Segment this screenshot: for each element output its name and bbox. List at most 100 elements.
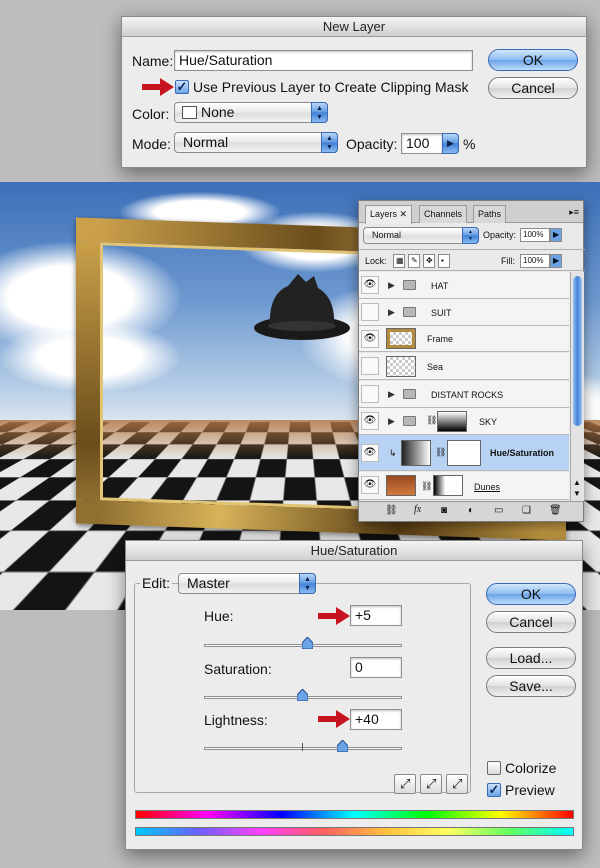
new-group-icon[interactable]: ▭ bbox=[494, 505, 503, 516]
scroll-thumb[interactable] bbox=[573, 276, 582, 426]
link-layers-icon[interactable]: ⛓ bbox=[385, 505, 398, 516]
visibility-box[interactable] bbox=[361, 385, 379, 403]
layer-row-suit[interactable]: ▶ SUIT bbox=[359, 299, 569, 326]
hue-label: Hue: bbox=[204, 608, 234, 624]
hue-input[interactable]: +5 bbox=[350, 605, 402, 626]
layers-scrollbar[interactable]: ▲ ▼ bbox=[570, 272, 584, 501]
opacity-label: Opacity: bbox=[346, 136, 398, 152]
fill-label: Fill: bbox=[501, 256, 515, 266]
lock-all-icon[interactable]: ▪ bbox=[438, 254, 450, 268]
new-layer-title: New Layer bbox=[122, 17, 586, 37]
chevron-updown-icon: ▲ ▼ bbox=[462, 227, 479, 244]
scroll-down-icon[interactable]: ▼ bbox=[573, 489, 581, 498]
preview-checkbox[interactable]: ✓ bbox=[487, 783, 501, 797]
close-icon[interactable]: ✕ bbox=[400, 209, 408, 219]
layer-name-input[interactable]: Hue/Saturation bbox=[174, 50, 473, 71]
eye-icon[interactable]: 👁 bbox=[361, 412, 379, 430]
fill-input[interactable]: 100% bbox=[520, 254, 550, 268]
folder-icon bbox=[403, 280, 416, 290]
visibility-box[interactable] bbox=[361, 357, 379, 375]
layer-row-distant-rocks[interactable]: ▶ DISTANT ROCKS bbox=[359, 381, 569, 408]
expand-triangle-icon[interactable]: ▶ bbox=[388, 389, 395, 400]
eye-icon[interactable]: 👁 bbox=[361, 330, 379, 348]
spectrum-bar-bottom bbox=[135, 827, 574, 836]
ok-button[interactable]: OK bbox=[486, 583, 576, 605]
saturation-input[interactable]: 0 bbox=[350, 657, 402, 678]
hue-slider-thumb[interactable] bbox=[302, 637, 313, 649]
folder-icon bbox=[403, 416, 416, 426]
mode-select[interactable]: Normal ▲ ▼ bbox=[174, 132, 338, 153]
chevron-updown-icon: ▲ ▼ bbox=[321, 132, 338, 153]
lightness-label: Lightness: bbox=[204, 712, 268, 728]
bowler-hat-icon bbox=[254, 274, 350, 340]
lock-transparency-icon[interactable]: ▦ bbox=[393, 254, 405, 268]
panel-opacity-input[interactable]: 100% bbox=[520, 228, 550, 242]
layer-row-dunes[interactable]: 👁 ⛓ Dunes bbox=[359, 472, 569, 500]
eye-icon[interactable]: 👁 bbox=[361, 476, 379, 494]
color-swatch bbox=[182, 106, 197, 119]
expand-triangle-icon[interactable]: ▶ bbox=[388, 307, 395, 318]
eyedropper-minus-icon[interactable]: ⤢ bbox=[446, 774, 468, 794]
edit-select[interactable]: Master ▲ ▼ bbox=[178, 573, 316, 594]
layer-name: Frame bbox=[427, 334, 454, 344]
lightness-slider-track[interactable] bbox=[204, 747, 402, 750]
folder-icon bbox=[403, 307, 416, 317]
layer-row-sea[interactable]: Sea bbox=[359, 353, 569, 380]
panel-opacity-arrow[interactable]: ▶ bbox=[550, 228, 562, 242]
clipping-mask-checkbox[interactable]: ✓ bbox=[175, 80, 189, 94]
color-select[interactable]: None ▲ ▼ bbox=[174, 102, 328, 123]
lock-bar: Lock: ▦ ✎ ✥ ▪ Fill: 100% ▶ bbox=[359, 249, 585, 271]
load-button[interactable]: Load... bbox=[486, 647, 576, 669]
new-layer-icon[interactable]: ❏ bbox=[522, 505, 531, 516]
expand-triangle-icon[interactable]: ▶ bbox=[388, 280, 395, 291]
tab-channels[interactable]: Channels bbox=[419, 205, 468, 223]
layer-row-frame[interactable]: 👁 Frame bbox=[359, 326, 569, 352]
fill-arrow[interactable]: ▶ bbox=[550, 254, 562, 268]
layer-name: SKY bbox=[479, 417, 498, 427]
cancel-button[interactable]: Cancel bbox=[488, 77, 578, 99]
eyedropper-plus-icon[interactable]: ⤢ bbox=[420, 774, 442, 794]
opacity-unit: % bbox=[463, 136, 476, 152]
save-button[interactable]: Save... bbox=[486, 675, 576, 697]
adjustment-thumbnail bbox=[401, 440, 431, 466]
visibility-box[interactable] bbox=[361, 303, 379, 321]
scroll-up-icon[interactable]: ▲ bbox=[573, 478, 581, 487]
tab-paths[interactable]: Paths bbox=[473, 205, 507, 223]
eye-icon[interactable]: 👁 bbox=[361, 276, 379, 294]
chevron-right-icon: ▶ bbox=[442, 133, 459, 154]
eye-icon[interactable]: 👁 bbox=[361, 444, 379, 462]
layer-row-hue-saturation[interactable]: 👁 ↳ ⛓ Hue/Saturation bbox=[359, 435, 569, 471]
blend-mode-select[interactable]: Normal ▲ ▼ bbox=[363, 227, 479, 244]
hue-saturation-title: Hue/Saturation bbox=[126, 541, 582, 561]
lightness-input[interactable]: +40 bbox=[350, 709, 402, 730]
mode-select-value: Normal bbox=[183, 134, 229, 150]
lock-move-icon[interactable]: ✥ bbox=[423, 254, 435, 268]
opacity-input[interactable]: 100 bbox=[401, 133, 443, 154]
layer-row-hat[interactable]: 👁 ▶ HAT bbox=[359, 272, 569, 299]
link-icon: ⛓ bbox=[426, 415, 438, 425]
opacity-stepper[interactable]: ▶ bbox=[442, 133, 459, 154]
expand-triangle-icon[interactable]: ▶ bbox=[388, 416, 395, 427]
lock-paint-icon[interactable]: ✎ bbox=[408, 254, 420, 268]
color-select-value: None bbox=[201, 104, 235, 120]
colorize-checkbox[interactable] bbox=[487, 761, 501, 775]
add-mask-icon[interactable]: ◙ bbox=[441, 505, 447, 516]
edit-label: Edit: bbox=[140, 575, 173, 591]
ok-button[interactable]: OK bbox=[488, 49, 578, 71]
lightness-slider-thumb[interactable] bbox=[337, 740, 348, 752]
tab-layers[interactable]: Layers ✕ bbox=[365, 205, 413, 224]
cancel-button[interactable]: Cancel bbox=[486, 611, 576, 633]
layer-name: Dunes bbox=[474, 482, 501, 492]
layer-name: SUIT bbox=[431, 308, 452, 318]
layer-row-sky[interactable]: 👁 ▶ ⛓ SKY bbox=[359, 408, 569, 435]
layer-thumbnail bbox=[386, 475, 416, 496]
trash-icon[interactable]: 🗑 bbox=[549, 505, 562, 516]
fx-icon[interactable]: fx bbox=[414, 504, 421, 515]
colorize-label: Colorize bbox=[505, 760, 557, 776]
panel-menu-icon[interactable]: ▸≡ bbox=[569, 207, 579, 218]
eyedropper-icon[interactable]: ⤢ bbox=[394, 774, 416, 794]
saturation-slider-thumb[interactable] bbox=[297, 689, 308, 701]
name-label: Name: bbox=[132, 53, 174, 69]
clip-arrow-icon: ↳ bbox=[389, 448, 397, 458]
new-adjustment-icon[interactable]: ◐ bbox=[468, 505, 474, 516]
